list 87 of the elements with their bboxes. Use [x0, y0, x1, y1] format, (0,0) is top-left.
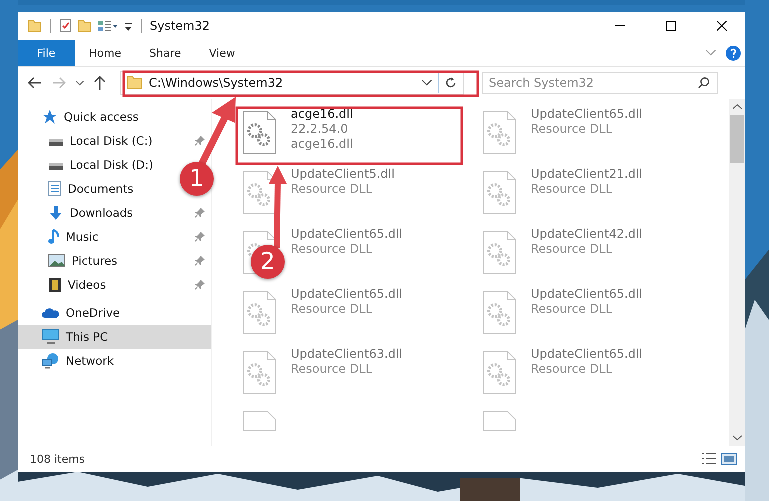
close-icon[interactable]: [717, 21, 727, 31]
window-title: System32: [150, 19, 210, 33]
cloud-icon: [42, 307, 60, 319]
search-field[interactable]: Search System32: [482, 72, 718, 94]
help-icon[interactable]: [726, 46, 741, 60]
sidebar-item[interactable]: Local Disk (D:): [18, 153, 166, 177]
pin-icon[interactable]: [195, 232, 205, 242]
film-icon: [48, 277, 62, 293]
file-detail: Resource DLL: [291, 362, 374, 376]
dll-file-icon[interactable]: [483, 231, 517, 275]
dropdown-icon[interactable]: [422, 80, 432, 86]
scroll-up-icon[interactable]: [732, 104, 742, 110]
file-name: UpdateClient65.dll: [291, 287, 403, 301]
view-icon[interactable]: [97, 19, 119, 33]
dll-file-icon: [243, 411, 277, 431]
file-name: UpdateClient65.dll: [531, 107, 643, 121]
download-icon: [48, 205, 64, 221]
properties-icon[interactable]: [59, 19, 73, 33]
file-name: acge16.dll: [291, 107, 354, 121]
file-detail: Resource DLL: [531, 122, 614, 136]
ribbon-tab[interactable]: Share: [135, 40, 196, 66]
pictures-icon: [48, 254, 66, 268]
dll-file-icon[interactable]: [483, 291, 517, 335]
scroll-thumb[interactable]: [730, 115, 744, 163]
file-detail: Resource DLL: [291, 302, 374, 316]
sidebar-item[interactable]: Quick access: [18, 105, 211, 129]
music-icon: [48, 229, 60, 245]
dll-file-icon: [483, 411, 517, 431]
sidebar-item[interactable]: Music: [18, 225, 211, 249]
up-icon[interactable]: [94, 76, 106, 90]
dll-file-icon[interactable]: [483, 351, 517, 395]
address-field[interactable]: C:\Windows\System32: [120, 71, 464, 95]
large-icons-view-icon[interactable]: [721, 453, 737, 465]
recent-icon[interactable]: [76, 80, 84, 86]
dll-file-icon[interactable]: [483, 111, 517, 155]
maximize-icon[interactable]: [666, 21, 676, 31]
sidebar-item[interactable]: Videos: [18, 273, 211, 297]
file-name: UpdateClient65.dll: [531, 287, 643, 301]
scrollbar[interactable]: [729, 99, 745, 446]
file-detail: Resource DLL: [291, 182, 374, 196]
file-tab[interactable]: File: [18, 40, 75, 66]
dll-file-icon[interactable]: [483, 171, 517, 215]
refresh-icon[interactable]: [445, 77, 457, 89]
ribbon-tab[interactable]: Home: [75, 40, 136, 66]
sidebar-item[interactable]: Documents: [18, 177, 146, 201]
document-icon: [48, 181, 62, 197]
star-icon: [42, 109, 58, 125]
back-icon[interactable]: [28, 77, 42, 89]
file-detail: acge16.dll: [291, 137, 354, 151]
status-text: 108 items: [30, 452, 86, 466]
details-view-icon[interactable]: [701, 453, 717, 465]
pin-icon[interactable]: [195, 280, 205, 290]
sidebar-item[interactable]: Downloads: [18, 201, 211, 225]
dll-file-icon[interactable]: [243, 351, 277, 395]
file-detail: Resource DLL: [531, 242, 614, 256]
folder-icon: [127, 76, 143, 90]
chevron-icon[interactable]: [706, 50, 716, 56]
dll-file-icon[interactable]: [243, 111, 277, 155]
forward-icon[interactable]: [52, 77, 66, 89]
folder-icon[interactable]: [78, 19, 92, 33]
file-name: UpdateClient42.dll: [531, 227, 643, 241]
pin-icon[interactable]: [195, 208, 205, 218]
ribbon-tab[interactable]: View: [195, 40, 250, 66]
file-name: UpdateClient5.dll: [291, 167, 395, 181]
scroll-down-icon[interactable]: [732, 435, 742, 441]
dll-file-icon[interactable]: [243, 291, 277, 335]
file-detail: Resource DLL: [531, 362, 614, 376]
pin-icon[interactable]: [195, 136, 205, 146]
monitor-icon: [42, 329, 60, 345]
sidebar-item[interactable]: This PC: [18, 325, 211, 349]
search-icon[interactable]: [698, 77, 710, 89]
sidebar-item[interactable]: Local Disk (C:): [18, 129, 211, 153]
folder-icon[interactable]: [28, 19, 42, 33]
sidebar-item[interactable]: Network: [18, 349, 211, 373]
file-detail: 22.2.54.0: [291, 122, 350, 136]
pin-icon[interactable]: [195, 256, 205, 266]
file-name: UpdateClient21.dll: [531, 167, 643, 181]
network-icon: [42, 353, 60, 369]
file-name: UpdateClient65.dll: [531, 347, 643, 361]
sidebar-item[interactable]: Pictures: [18, 249, 211, 273]
file-detail: Resource DLL: [531, 182, 614, 196]
file-name: UpdateClient65.dll: [291, 227, 403, 241]
file-name: UpdateClient63.dll: [291, 347, 403, 361]
file-detail: Resource DLL: [291, 242, 374, 256]
file-detail: Resource DLL: [531, 302, 614, 316]
sidebar-item[interactable]: OneDrive: [18, 301, 211, 325]
dll-file-icon[interactable]: [243, 171, 277, 215]
